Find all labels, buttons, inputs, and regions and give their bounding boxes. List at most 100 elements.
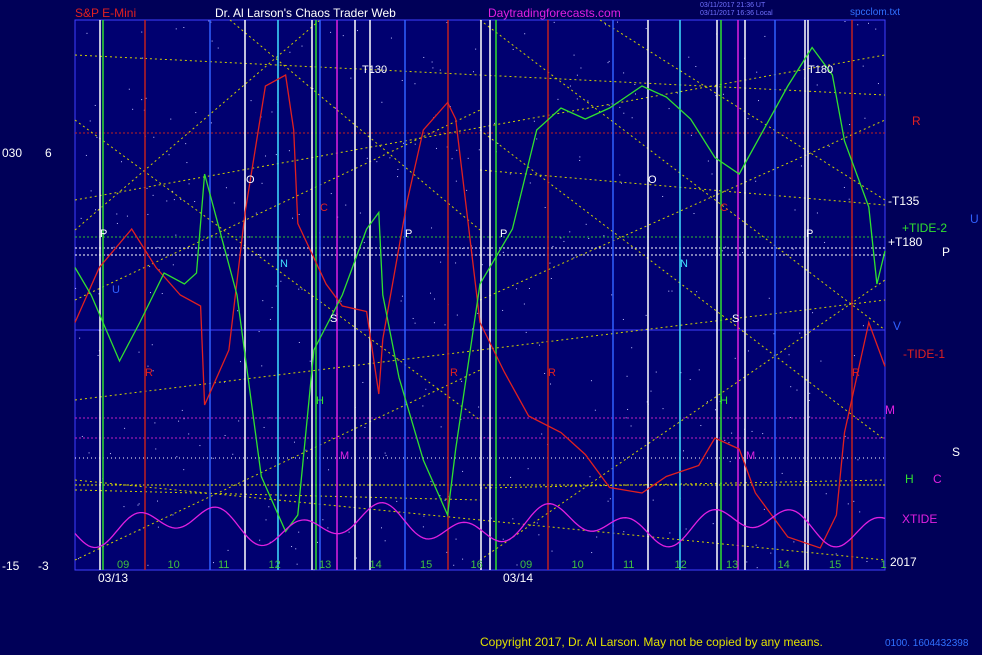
left-axis-bottom-1: -15	[2, 559, 20, 573]
star-dot	[696, 291, 698, 293]
star-dot	[619, 174, 621, 176]
star-dot	[523, 303, 525, 305]
star-dot	[683, 450, 685, 452]
star-dot	[172, 514, 174, 516]
star-dot	[722, 93, 724, 95]
star-dot	[153, 136, 155, 138]
star-dot	[364, 426, 366, 428]
point-label: P	[806, 228, 813, 240]
star-dot	[265, 519, 267, 521]
star-dot	[275, 285, 277, 287]
star-dot	[799, 332, 801, 334]
star-dot	[502, 251, 504, 253]
left-axis-top-1: 030	[2, 146, 22, 160]
right-label: +TIDE-2	[902, 221, 947, 235]
star-dot	[269, 318, 271, 320]
point-label: P	[100, 228, 107, 240]
star-dot	[550, 277, 552, 279]
star-dot	[280, 280, 282, 282]
star-dot	[569, 85, 571, 87]
star-dot	[611, 294, 613, 296]
star-dot	[603, 235, 605, 237]
star-dot	[429, 292, 431, 294]
star-dot	[81, 435, 83, 437]
star-dot	[157, 246, 159, 248]
star-dot	[631, 347, 633, 349]
star-dot	[255, 212, 257, 214]
star-dot	[510, 476, 512, 478]
star-dot	[212, 457, 214, 459]
star-dot	[650, 390, 652, 392]
star-dot	[843, 186, 845, 188]
point-label: C	[320, 202, 328, 214]
star-dot	[747, 350, 749, 352]
star-dot	[172, 264, 174, 266]
star-dot	[853, 355, 855, 357]
star-dot	[563, 240, 565, 242]
star-dot	[608, 104, 610, 106]
star-dot	[844, 21, 846, 23]
point-label: N	[680, 258, 688, 270]
star-dot	[751, 430, 753, 432]
point-label: C	[720, 202, 728, 214]
star-dot	[301, 288, 303, 290]
star-dot	[862, 65, 864, 67]
right-label: XTIDE	[902, 512, 937, 526]
star-dot	[502, 538, 504, 540]
star-dot	[175, 28, 177, 30]
right-label: V	[893, 319, 901, 333]
star-dot	[585, 223, 587, 225]
date-label-1: 03/13	[98, 571, 128, 585]
star-dot	[512, 48, 514, 50]
star-dot	[95, 209, 97, 211]
star-dot	[461, 380, 463, 382]
point-label: O	[246, 174, 255, 186]
star-dot	[400, 300, 402, 302]
star-dot	[668, 290, 670, 292]
right-label: +T180	[888, 235, 923, 249]
star-dot	[816, 84, 818, 86]
star-dot	[89, 120, 91, 122]
star-dot	[350, 77, 352, 79]
star-dot	[835, 553, 837, 555]
star-dot	[539, 344, 541, 346]
star-dot	[263, 426, 265, 428]
star-dot	[132, 108, 134, 110]
star-dot	[516, 564, 518, 566]
star-dot	[261, 365, 263, 367]
star-dot	[210, 122, 212, 124]
star-dot	[161, 293, 163, 295]
star-dot	[261, 182, 263, 184]
star-dot	[762, 433, 764, 435]
star-dot	[233, 202, 235, 204]
star-dot	[295, 548, 297, 550]
star-dot	[444, 499, 446, 501]
star-dot	[477, 312, 479, 314]
star-dot	[94, 104, 96, 106]
star-dot	[596, 536, 598, 538]
star-dot	[541, 433, 543, 435]
star-dot	[288, 150, 290, 152]
star-dot	[862, 325, 864, 327]
site-link[interactable]: Daytradingforecasts.com	[488, 6, 621, 20]
star-dot	[402, 142, 404, 144]
star-dot	[868, 22, 869, 24]
star-dot	[698, 369, 700, 371]
right-label: -T135	[888, 194, 920, 208]
star-dot	[763, 508, 765, 510]
star-dot	[764, 35, 766, 37]
star-dot	[330, 193, 332, 195]
star-dot	[345, 204, 347, 206]
star-dot	[342, 35, 344, 37]
star-dot	[689, 379, 691, 381]
star-dot	[645, 314, 647, 316]
star-dot	[211, 40, 213, 42]
star-dot	[298, 341, 300, 343]
star-dot	[590, 380, 592, 382]
star-dot	[80, 217, 82, 219]
star-dot	[423, 515, 425, 517]
star-dot	[397, 168, 399, 170]
star-dot	[422, 405, 424, 407]
star-dot	[587, 100, 589, 102]
star-dot	[142, 57, 144, 59]
